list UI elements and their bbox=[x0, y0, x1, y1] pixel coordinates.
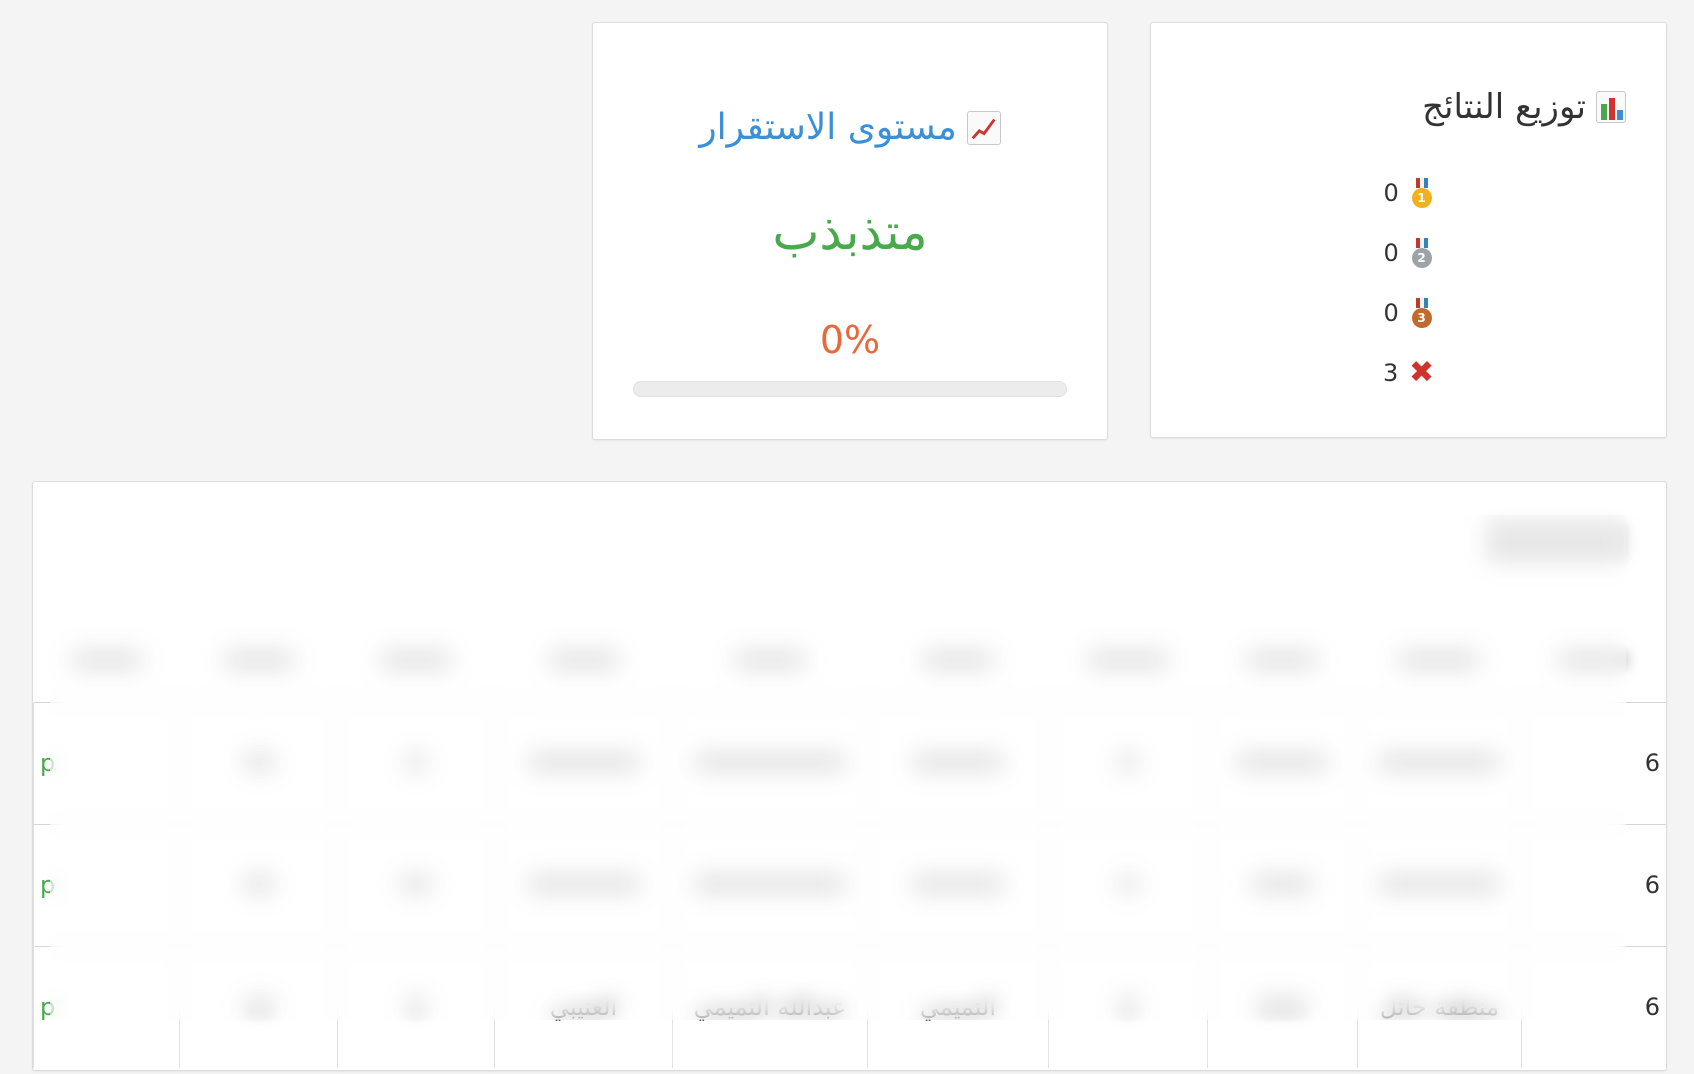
stability-level-card: مستوى الاستقرار متذبذب 0% bbox=[592, 22, 1108, 440]
cross-icon: ✖ bbox=[1408, 355, 1435, 390]
distribution-list: 1 0 2 0 3 0 ✖ 3 bbox=[1151, 163, 1666, 403]
trend-chart-icon bbox=[966, 110, 1001, 145]
distribution-row-silver: 2 0 bbox=[1151, 223, 1666, 283]
table-header-row bbox=[33, 622, 1666, 702]
status-cell: p bbox=[33, 945, 180, 1068]
bronze-medal-icon: 3 bbox=[1410, 298, 1434, 328]
gold-medal-icon: 1 bbox=[1410, 178, 1434, 208]
table-row[interactable]: 6 p bbox=[33, 823, 1666, 946]
status-cell: p bbox=[33, 823, 180, 946]
stability-progress-bar bbox=[633, 381, 1067, 397]
student-cell: التميمي bbox=[867, 945, 1049, 1068]
row-id-cell: 6 bbox=[1521, 823, 1666, 946]
bronze-count: 0 bbox=[1383, 299, 1399, 327]
table-row[interactable]: 6 p bbox=[33, 701, 1666, 824]
results-distribution-card: توزيع النتائج 1 0 2 0 3 0 ✖ 3 bbox=[1150, 22, 1667, 438]
silver-count: 0 bbox=[1383, 239, 1399, 267]
silver-medal-icon: 2 bbox=[1410, 238, 1434, 268]
distribution-title: توزيع النتائج bbox=[1422, 87, 1626, 127]
status-cell: p bbox=[33, 701, 180, 824]
row-id-cell: 6 bbox=[1521, 945, 1666, 1068]
distribution-row-gold: 1 0 bbox=[1151, 163, 1666, 223]
table-row[interactable]: 6 منطقة حائل التميمي عبدالله التميمي الع… bbox=[33, 945, 1666, 1068]
distribution-row-bronze: 3 0 bbox=[1151, 283, 1666, 343]
teacher-cell: عبدالله التميمي bbox=[671, 945, 868, 1068]
table-heading bbox=[1486, 522, 1626, 562]
stability-title: مستوى الاستقرار bbox=[593, 107, 1107, 148]
row-id-cell: 6 bbox=[1521, 701, 1666, 824]
stability-percent: 0% bbox=[819, 318, 881, 362]
failed-count: 3 bbox=[1382, 359, 1399, 387]
student-cell: العتيبي bbox=[494, 945, 673, 1068]
results-table: 6 p 6 p 6 منطقة حائل التميمي عبدالله الت… bbox=[33, 622, 1666, 1068]
region-cell: منطقة حائل bbox=[1356, 945, 1522, 1068]
bar-chart-icon bbox=[1596, 91, 1626, 123]
results-table-card: 6 p 6 p 6 منطقة حائل التميمي عبدالله الت… bbox=[32, 481, 1667, 1071]
distribution-row-failed: ✖ 3 bbox=[1151, 343, 1666, 403]
gold-count: 0 bbox=[1383, 179, 1399, 207]
stability-state: متذبذب bbox=[772, 203, 928, 261]
